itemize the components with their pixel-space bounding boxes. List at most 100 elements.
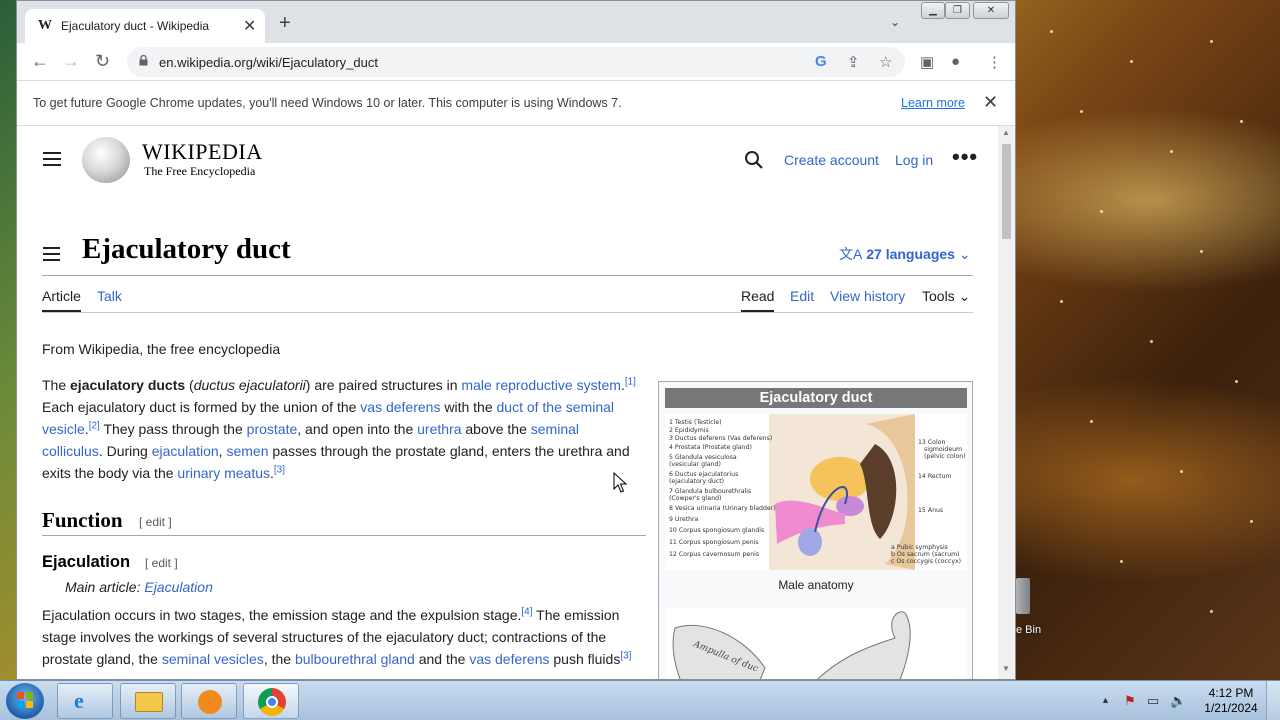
link-urinary-meatus[interactable]: urinary meatus (177, 465, 270, 481)
link-urethra[interactable]: urethra (417, 421, 461, 437)
link-vas-deferens-2[interactable]: vas deferens (469, 651, 549, 667)
link-male-reproductive-system[interactable]: male reproductive system (461, 377, 621, 393)
decor-dot (1060, 300, 1063, 303)
tab-talk[interactable]: Talk (97, 288, 122, 304)
kebab-icon[interactable]: ⋮ (987, 53, 1002, 71)
link-bulbourethral-gland[interactable]: bulbourethral gland (295, 651, 415, 667)
wikipedia-tagline: The Free Encyclopedia (144, 164, 256, 178)
tab-edit[interactable]: Edit (790, 288, 814, 304)
show-desktop-button[interactable] (1266, 681, 1280, 720)
edit-section-link[interactable]: [ edit ] (139, 515, 172, 529)
media-player-taskbar-button[interactable] (181, 683, 237, 719)
tab-view-history[interactable]: View history (830, 288, 905, 304)
wikipedia-page: WIKIPEDIA The Free Encyclopedia Create a… (17, 126, 998, 679)
tab-search-chevron-icon[interactable]: ⌄ (890, 15, 900, 29)
section-heading-function: Function (42, 508, 123, 532)
hatnote-prefix: Main article: (65, 579, 145, 595)
lock-icon[interactable] (139, 55, 148, 66)
internet-explorer-taskbar-button[interactable]: e (57, 683, 113, 719)
scroll-down-arrow-icon[interactable]: ▼ (1002, 664, 1010, 673)
citation-3b[interactable]: [3] (620, 650, 631, 661)
legend-line: b Os sacrum (sacrum) (891, 551, 960, 558)
infobox: Ejaculatory duct 1 Testis (Testicle) 2 E… (658, 381, 973, 679)
address-bar[interactable]: en.wikipedia.org/wiki/Ejaculatory_duct G… (127, 47, 905, 77)
network-icon[interactable]: ▭ (1147, 693, 1159, 709)
infobar-close-icon[interactable]: ✕ (983, 92, 998, 113)
tab-read[interactable]: Read (741, 288, 774, 304)
legend-line: 10 Corpus spongiosum glandis (669, 527, 764, 534)
browser-tab[interactable]: W Ejaculatory duct - Wikipedia ✕ (25, 9, 265, 43)
legend-line: 11 Corpus spongiosum penis (669, 539, 759, 546)
start-button[interactable] (6, 683, 44, 719)
text-run: Each ejaculatory duct is formed by the u… (42, 399, 361, 415)
legend-line: c Os coccygis (coccyx) (891, 558, 961, 565)
text-run: Ejaculation occurs in two stages, the em… (42, 607, 522, 623)
languages-button[interactable]: 文A 27 languages ⌄ (839, 244, 971, 264)
tab-article[interactable]: Article (42, 288, 81, 304)
scroll-thumb[interactable] (1002, 144, 1011, 239)
male-anatomy-image[interactable]: 1 Testis (Testicle) 2 Epididymis 3 Ductu… (665, 414, 967, 570)
citation-1[interactable]: [1] (625, 376, 636, 387)
link-seminal-vesicles[interactable]: seminal vesicles (162, 651, 264, 667)
legend-line: 7 Glandula bulbourethralis (669, 488, 751, 495)
back-icon[interactable]: ← (31, 52, 49, 70)
bold-term: ejaculatory ducts (70, 377, 186, 393)
clock-date: 1/21/2024 (1204, 701, 1258, 715)
search-icon[interactable] (744, 150, 764, 170)
ampulla-sketch-image[interactable]: Ampulla of duc (665, 608, 967, 679)
subsection-heading-ejaculation: Ejaculation (42, 553, 131, 571)
windows-logo-icon (17, 692, 33, 708)
profile-icon[interactable]: ● (951, 53, 960, 70)
citation-4[interactable]: [4] (521, 606, 532, 617)
share-icon[interactable]: ⇪ (847, 53, 860, 71)
new-tab-button[interactable]: + (279, 13, 291, 33)
minimize-button[interactable]: ▁ (921, 2, 945, 19)
maximize-button[interactable]: ❐ (945, 2, 970, 19)
edit-subsection-link[interactable]: [ edit ] (145, 556, 178, 570)
text-run: and the (414, 651, 470, 667)
action-center-icon[interactable]: ⚑ (1124, 693, 1136, 709)
forward-icon[interactable]: → (62, 52, 80, 70)
show-hidden-icons-icon[interactable]: ▲ (1101, 695, 1110, 705)
scroll-up-arrow-icon[interactable]: ▲ (1002, 128, 1010, 137)
legend-line: 1 Testis (Testicle) (669, 419, 722, 426)
link-ejaculation[interactable]: ejaculation (152, 443, 219, 459)
recycle-bin-icon[interactable] (1016, 578, 1030, 614)
text-run: . During (98, 443, 152, 459)
decor-dot (1180, 470, 1183, 473)
main-menu-icon[interactable] (43, 152, 61, 170)
decor-dot (1235, 380, 1238, 383)
google-icon[interactable]: G (815, 53, 827, 70)
citation-3[interactable]: [3] (274, 464, 285, 475)
log-in-link[interactable]: Log in (895, 152, 933, 168)
legend-line: 5 Glandula vesiculosa (669, 454, 737, 461)
close-window-button[interactable]: ✕ (973, 2, 1009, 19)
sidebar-icon[interactable]: ▣ (920, 53, 934, 71)
star-icon[interactable]: ☆ (879, 53, 892, 71)
decor-dot (1150, 340, 1153, 343)
wikipedia-wordmark[interactable]: WIKIPEDIA (142, 139, 263, 165)
system-clock[interactable]: 4:12 PM 1/21/2024 (1196, 686, 1266, 716)
toc-icon[interactable] (43, 247, 60, 265)
reload-icon[interactable]: ↻ (95, 52, 110, 70)
recycle-bin-label[interactable]: e Bin (1016, 624, 1041, 636)
hatnote-link[interactable]: Ejaculation (144, 579, 213, 595)
chrome-taskbar-button[interactable] (243, 683, 299, 719)
legend-line: 3 Ductus deferens (Vas deferens) (669, 435, 772, 442)
page-scrollbar[interactable]: ▲ ▼ (998, 126, 1015, 679)
link-vas-deferens[interactable]: vas deferens (360, 399, 440, 415)
more-options-icon[interactable]: ••• (952, 144, 978, 170)
tabs-divider (42, 312, 973, 313)
tab-close-icon[interactable]: ✕ (243, 16, 256, 36)
tools-menu[interactable]: Tools ⌄ (922, 288, 970, 305)
link-semen[interactable]: semen (226, 443, 268, 459)
url-text[interactable]: en.wikipedia.org/wiki/Ejaculatory_duct (159, 55, 378, 70)
citation-2[interactable]: [2] (89, 420, 100, 431)
link-prostate[interactable]: prostate (247, 421, 298, 437)
file-explorer-taskbar-button[interactable] (120, 683, 176, 719)
learn-more-link[interactable]: Learn more (901, 96, 965, 110)
wikipedia-globe-logo[interactable] (82, 137, 130, 183)
text-run: , the (263, 651, 295, 667)
volume-icon[interactable]: 🔈 (1170, 693, 1186, 709)
create-account-link[interactable]: Create account (784, 152, 879, 168)
